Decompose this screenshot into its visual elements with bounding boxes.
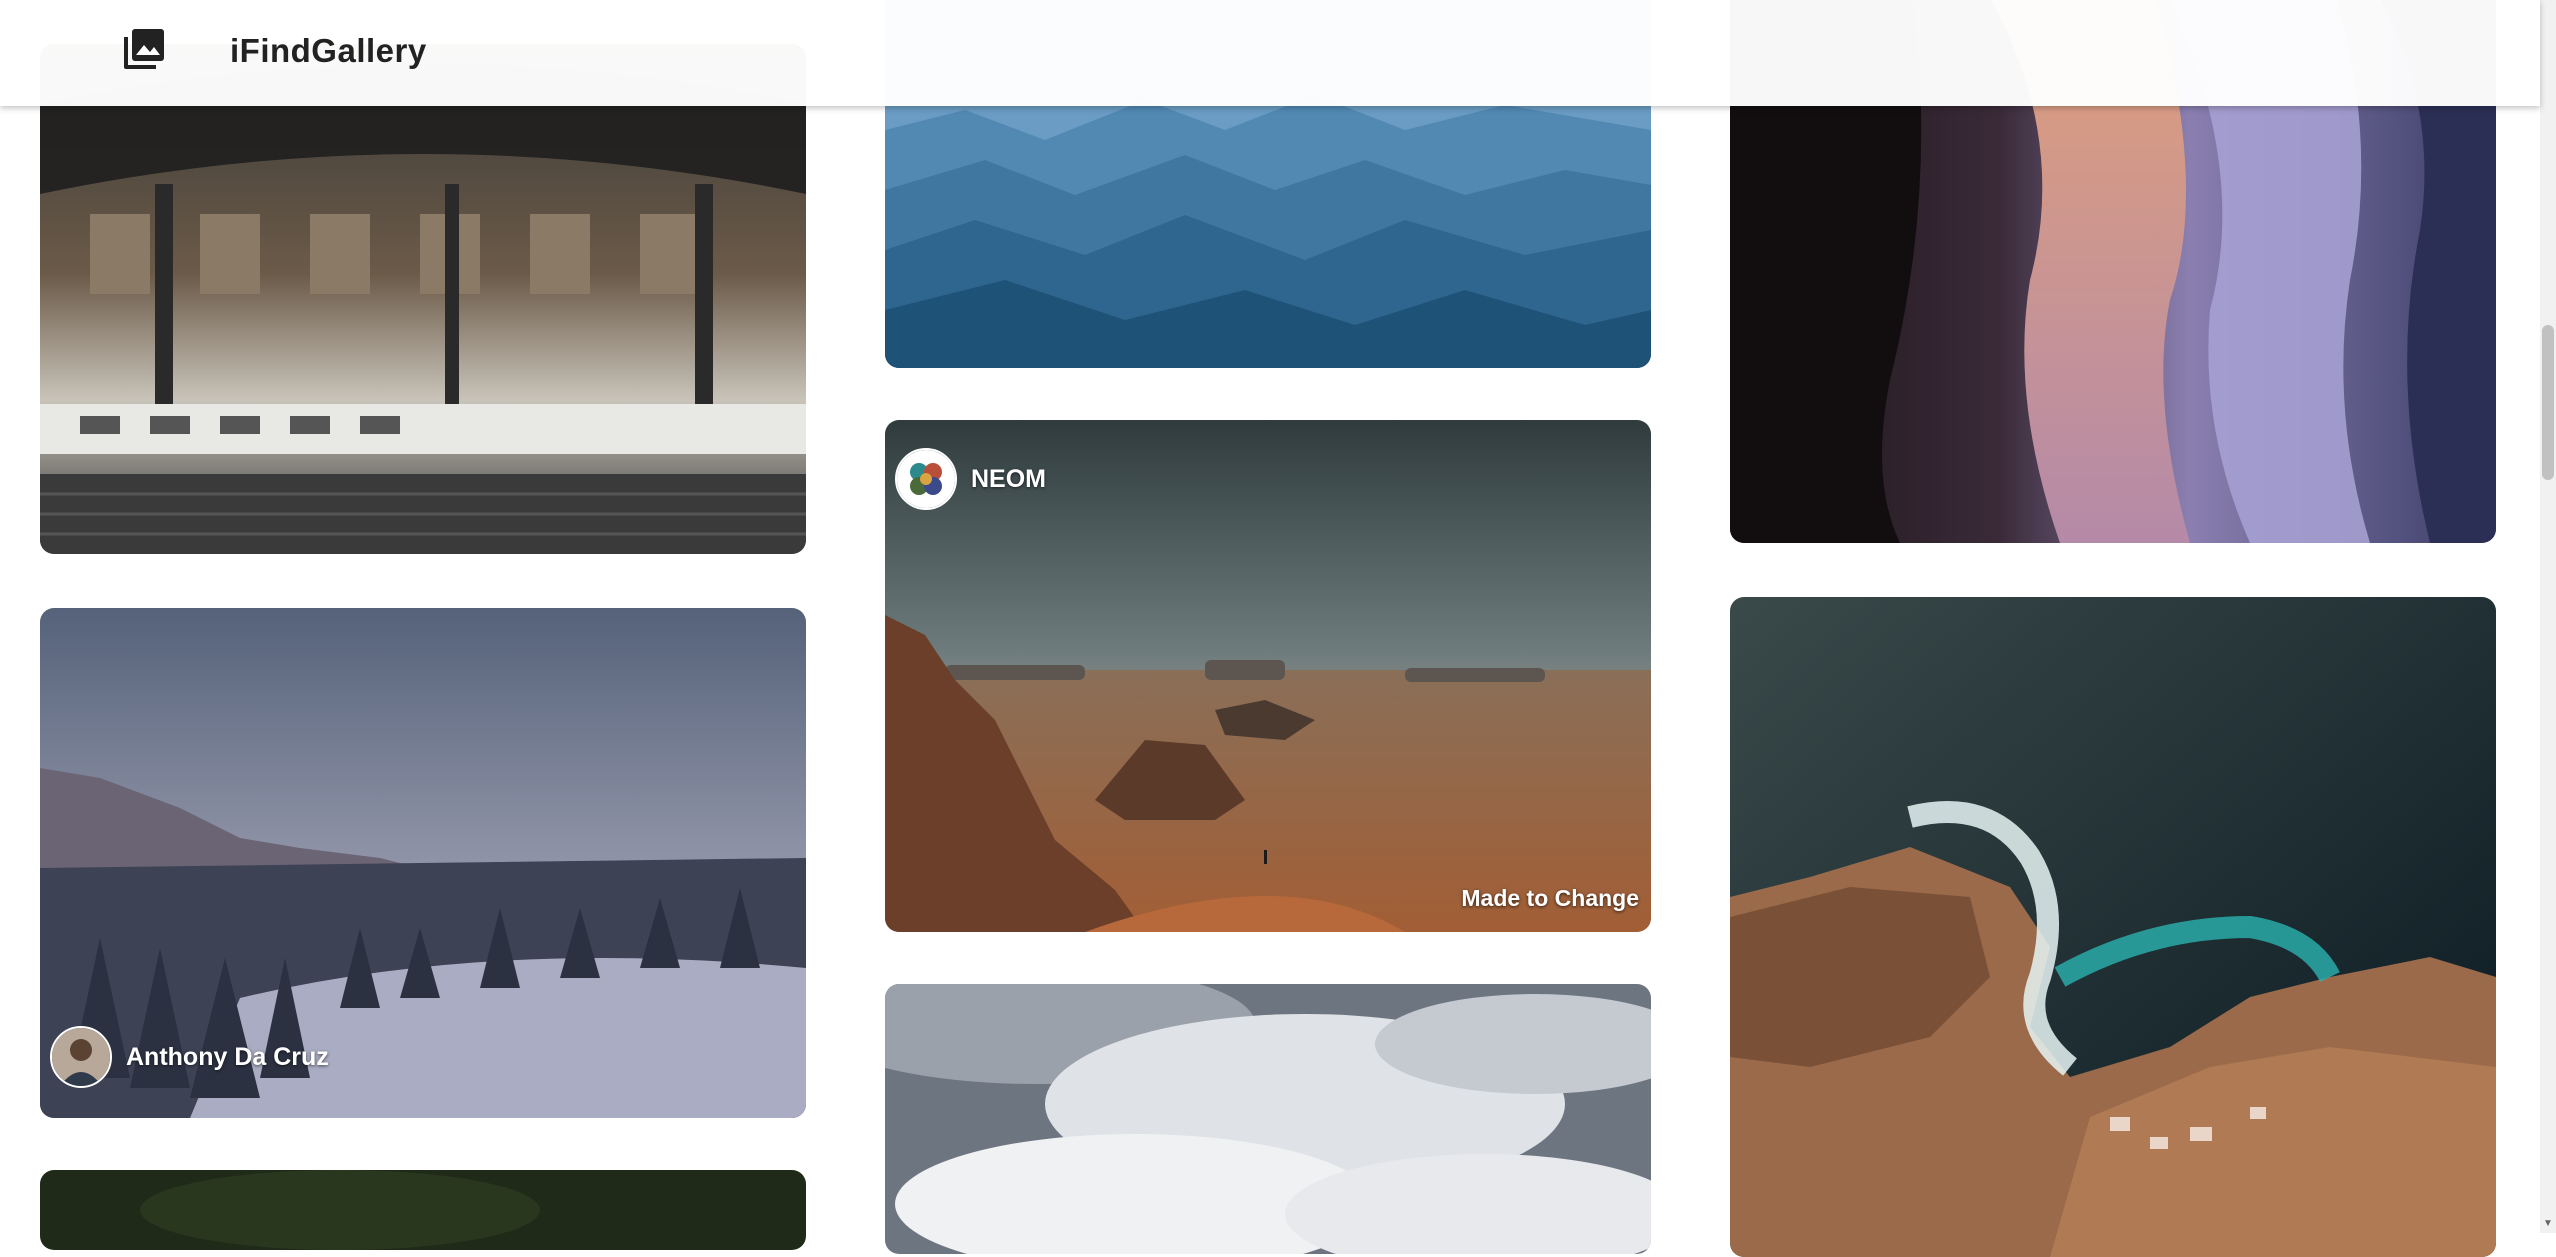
photo-caption: Made to Change — [1461, 885, 1639, 911]
photo-author-desert-canyon[interactable]: NEOM — [895, 448, 1046, 510]
photo-card-cloudy-sky[interactable] — [885, 984, 1651, 1254]
scrollbar-track[interactable] — [2540, 0, 2556, 1233]
author-name: Anthony Da Cruz — [126, 1042, 329, 1071]
photo-card-green-forest[interactable] — [40, 1170, 806, 1250]
scroll-down-arrow-icon[interactable]: ▼ — [2542, 1218, 2554, 1230]
photo-card-train-station[interactable] — [40, 44, 806, 554]
cloudy-sky-photo — [885, 984, 1651, 1254]
photo-library-icon[interactable] — [118, 27, 166, 75]
author-name: NEOM — [971, 464, 1046, 493]
app-header: iFindGallery — [0, 0, 2540, 106]
photo-card-desert-canyon[interactable]: NEOM Made to Change — [885, 420, 1651, 932]
app-title[interactable]: iFindGallery — [230, 32, 427, 70]
coastal-rocks-photo — [1730, 597, 2496, 1257]
photo-card-snowy-forest[interactable]: Anthony Da Cruz — [40, 608, 806, 1118]
green-forest-photo — [40, 1170, 806, 1250]
scrollbar-thumb[interactable] — [2542, 325, 2554, 480]
author-avatar — [895, 448, 957, 510]
train-station-photo — [40, 44, 806, 554]
author-avatar — [50, 1026, 112, 1088]
photo-author-snowy-forest[interactable]: Anthony Da Cruz — [50, 1026, 329, 1088]
photo-card-coastal-rocks[interactable] — [1730, 597, 2496, 1257]
